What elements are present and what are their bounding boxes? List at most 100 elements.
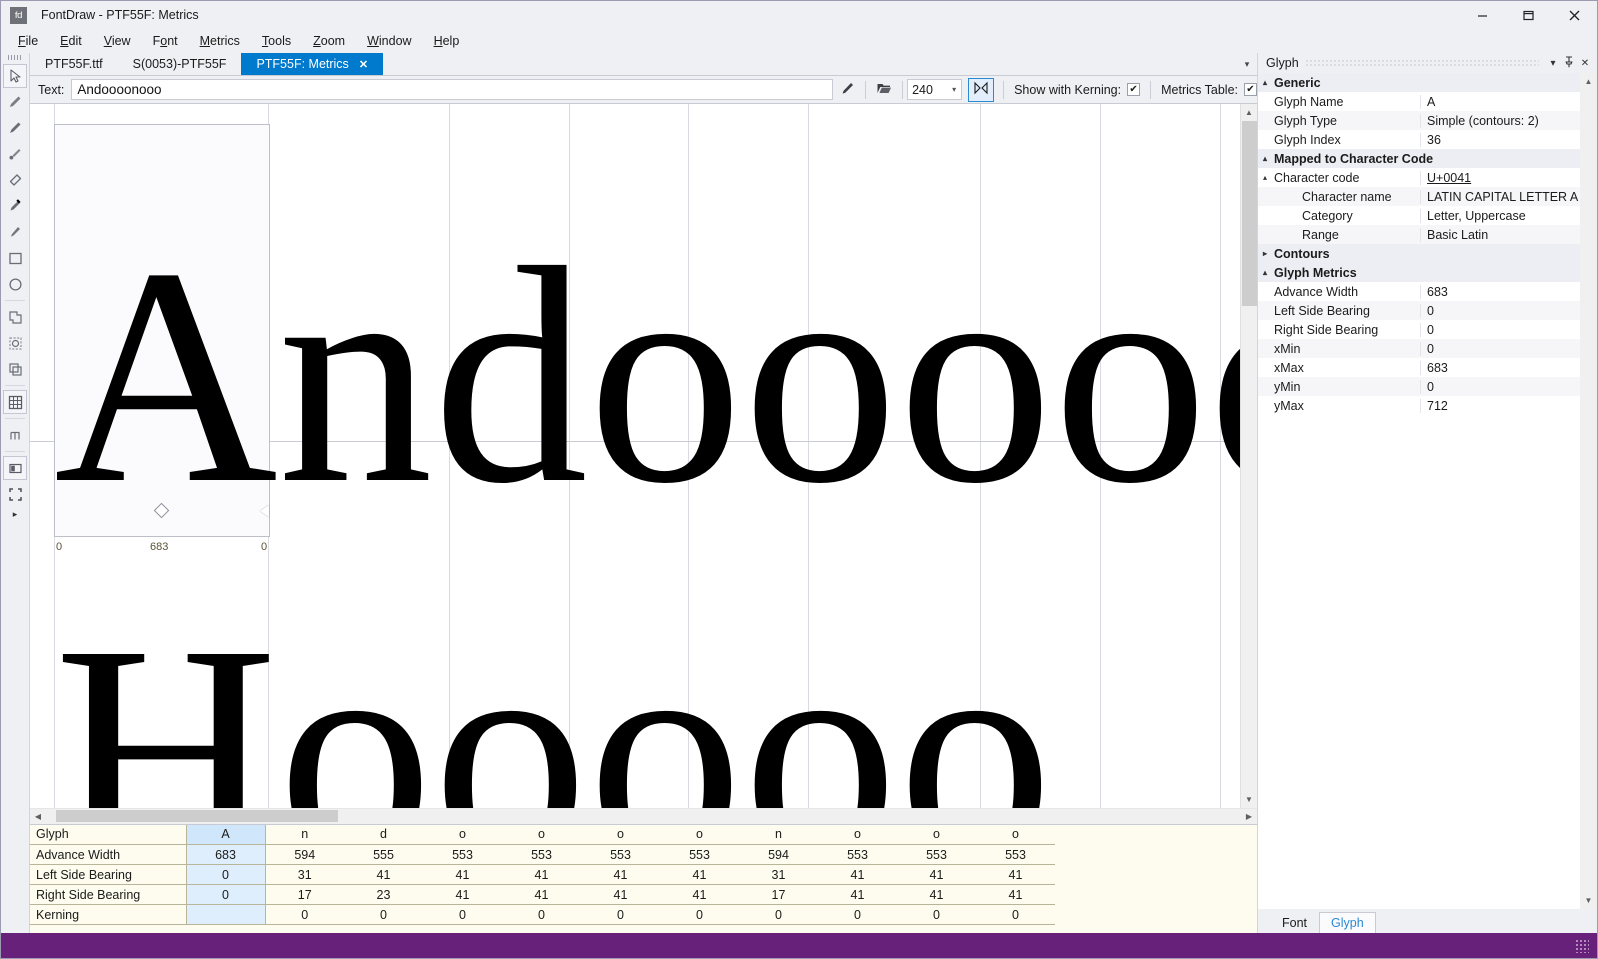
close-icon[interactable]: ✕ (359, 58, 368, 71)
property-value[interactable]: 36 (1420, 132, 1580, 147)
table-cell[interactable]: 683 (186, 844, 266, 865)
table-cell[interactable]: 41 (818, 864, 897, 885)
chevron-down-icon[interactable]: ▾ (1545, 58, 1561, 69)
property-value[interactable]: Simple (contours: 2) (1420, 113, 1580, 128)
property-row[interactable]: Category Letter, Uppercase (1258, 206, 1580, 225)
chevron-down-icon[interactable]: ▾ (1237, 53, 1257, 75)
chevron-down-icon[interactable]: ▴ (1258, 268, 1272, 277)
canvas-vertical-scrollbar[interactable]: ▲ ▼ (1240, 104, 1257, 808)
flip-horizontal-button[interactable] (968, 77, 995, 102)
tool-overflow-chevron[interactable]: ▸ (13, 509, 18, 520)
property-value[interactable]: 0 (1420, 379, 1580, 394)
tool-pen[interactable] (3, 90, 27, 114)
scroll-down-icon[interactable]: ▼ (1241, 791, 1258, 808)
table-cell[interactable]: 594 (739, 844, 818, 865)
tool-panel[interactable] (3, 456, 27, 480)
table-glyph-header-cell[interactable]: o (581, 824, 660, 845)
property-row[interactable]: Advance Width 683 (1258, 282, 1580, 301)
property-value[interactable]: A (1420, 94, 1580, 109)
table-cell[interactable]: 0 (186, 864, 266, 885)
tab-glyph[interactable]: Glyph (1319, 912, 1376, 933)
property-value[interactable]: 683 (1420, 360, 1580, 375)
property-row[interactable]: Range Basic Latin (1258, 225, 1580, 244)
table-glyph-header-cell[interactable]: d (344, 824, 423, 845)
table-cell[interactable]: 0 (186, 884, 266, 905)
table-glyph-header-cell[interactable]: o (660, 824, 739, 845)
table-cell[interactable]: 553 (423, 844, 502, 865)
table-cell[interactable]: 41 (581, 884, 660, 905)
table-cell[interactable]: 31 (265, 864, 344, 885)
table-cell[interactable]: 0 (423, 904, 502, 925)
vscroll-thumb[interactable] (1241, 121, 1257, 306)
tool-grid[interactable] (3, 390, 27, 414)
table-glyph-header-cell[interactable]: A (186, 824, 266, 845)
table-cell[interactable]: 41 (660, 884, 739, 905)
table-glyph-header-cell[interactable]: o (423, 824, 502, 845)
table-glyph-header-cell[interactable]: o (818, 824, 897, 845)
glyph-panel-scrollbar[interactable]: ▲ ▼ (1580, 73, 1597, 909)
menu-item-file[interactable]: File (7, 31, 49, 51)
table-cell[interactable]: 0 (265, 904, 344, 925)
table-glyph-header-cell[interactable]: o (897, 824, 976, 845)
toolbar-grip-handle[interactable] (8, 55, 22, 60)
doc-tab-metrics[interactable]: PTF55F: Metrics ✕ (241, 53, 384, 75)
chevron-down-icon[interactable]: ▴ (1258, 173, 1272, 182)
menu-item-view[interactable]: View (93, 31, 142, 51)
doc-tab-ptf55f-ttf[interactable]: PTF55F.ttf (30, 53, 118, 75)
tool-union-shapes[interactable] (3, 305, 27, 329)
table-cell[interactable]: 594 (265, 844, 344, 865)
property-group-generic[interactable]: ▴ Generic (1258, 73, 1580, 92)
property-row[interactable]: yMin 0 (1258, 377, 1580, 396)
property-group-glyph-metrics[interactable]: ▴ Glyph Metrics (1258, 263, 1580, 282)
property-row[interactable]: Character name LATIN CAPITAL LETTER A (1258, 187, 1580, 206)
scroll-up-icon[interactable]: ▲ (1241, 104, 1258, 121)
property-value[interactable]: 683 (1420, 284, 1580, 299)
tool-fullscreen[interactable] (3, 482, 27, 506)
table-cell[interactable]: 41 (818, 884, 897, 905)
table-cell[interactable]: 553 (818, 844, 897, 865)
panel-scroll-track[interactable] (1580, 90, 1597, 892)
table-cell[interactable]: 553 (976, 844, 1055, 865)
property-value[interactable]: 0 (1420, 322, 1580, 337)
table-glyph-header-cell[interactable]: o (502, 824, 581, 845)
menu-item-metrics[interactable]: Metrics (189, 31, 251, 51)
chevron-down-icon[interactable]: ▴ (1258, 154, 1272, 163)
edit-text-button[interactable] (834, 78, 860, 102)
property-value[interactable]: Basic Latin (1420, 227, 1580, 242)
menu-item-zoom[interactable]: Zoom (302, 31, 356, 51)
property-value[interactable]: 712 (1420, 398, 1580, 413)
table-cell[interactable]: 0 (581, 904, 660, 925)
property-group-contours[interactable]: ▸ Contours (1258, 244, 1580, 263)
tool-ellipse[interactable] (3, 272, 27, 296)
table-glyph-header-cell[interactable]: n (265, 824, 344, 845)
property-value[interactable]: 0 (1420, 303, 1580, 318)
open-text-button[interactable] (871, 78, 897, 102)
table-glyph-header-cell[interactable]: o (976, 824, 1055, 845)
metrics-table-checkbox[interactable]: ✔ (1244, 83, 1257, 96)
font-size-combo[interactable]: 240 ▾ (907, 79, 963, 100)
property-row[interactable]: yMax 712 (1258, 396, 1580, 415)
hscroll-thumb[interactable] (56, 810, 338, 822)
tool-edit-pencil[interactable] (3, 220, 27, 244)
table-cell[interactable]: 23 (344, 884, 423, 905)
menu-item-font[interactable]: Font (142, 31, 189, 51)
kerning-checkbox[interactable]: ✔ (1127, 83, 1141, 96)
table-cell[interactable]: 41 (502, 864, 581, 885)
tool-eraser[interactable] (3, 168, 27, 192)
tool-select-shape[interactable] (3, 331, 27, 355)
property-row[interactable]: Glyph Type Simple (contours: 2) (1258, 111, 1580, 130)
doc-tab-s0053[interactable]: S(0053)-PTF55F (118, 53, 242, 75)
close-icon[interactable]: ✕ (1577, 58, 1593, 69)
tool-marker[interactable] (3, 194, 27, 218)
table-cell[interactable]: 0 (739, 904, 818, 925)
table-cell[interactable]: 555 (344, 844, 423, 865)
glyph-property-grid[interactable]: ▴ Generic Glyph Name A Glyph Type Simple (con… (1258, 73, 1580, 909)
chevron-down-icon[interactable]: ▴ (1258, 78, 1272, 87)
menu-item-edit[interactable]: Edit (49, 31, 93, 51)
table-cell[interactable]: 41 (660, 864, 739, 885)
table-cell[interactable]: 41 (581, 864, 660, 885)
property-row[interactable]: xMax 683 (1258, 358, 1580, 377)
property-row[interactable]: ▴ Character code U+0041 (1258, 168, 1580, 187)
tab-font[interactable]: Font (1270, 912, 1319, 933)
tool-rectangle[interactable] (3, 246, 27, 270)
